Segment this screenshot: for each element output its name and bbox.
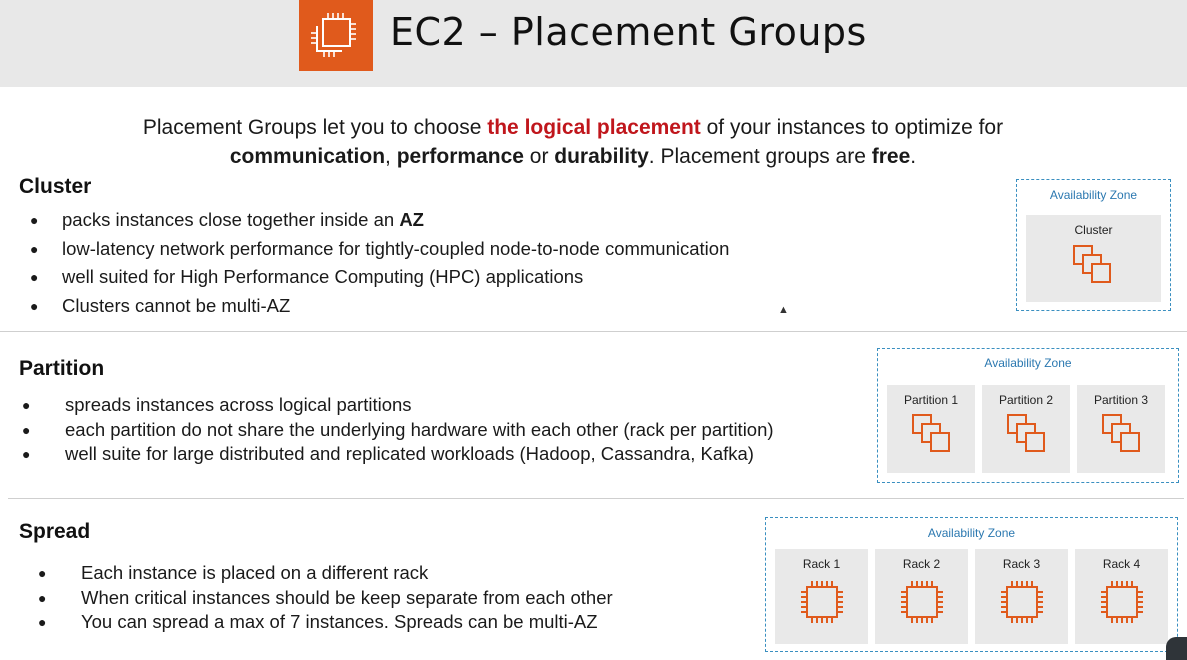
bullet-text: well suited for High Performance Computi… bbox=[62, 266, 584, 287]
bullet-icon: ● bbox=[22, 421, 31, 438]
bullet-text: spreads instances across logical partiti… bbox=[65, 394, 412, 415]
instances-icon bbox=[1073, 245, 1111, 283]
spread-availability-zone: Availability Zone Rack 1 Rack 2 Rack 3 R… bbox=[765, 517, 1178, 652]
partition-availability-zone: Availability Zone Partition 1 Partition … bbox=[877, 348, 1179, 483]
list-item: ● Clusters cannot be multi-AZ bbox=[30, 292, 729, 321]
partition-title: Partition bbox=[19, 357, 105, 380]
bullet-icon: ● bbox=[30, 212, 39, 228]
bullet-icon: ● bbox=[30, 269, 39, 285]
intro-highlight: the logical placement bbox=[487, 116, 701, 139]
chip-icon bbox=[1001, 581, 1043, 623]
bullet-icon: ● bbox=[30, 240, 39, 257]
list-item: ● well suite for large distributed and re… bbox=[22, 442, 774, 467]
rack-box-1: Rack 1 bbox=[775, 549, 868, 644]
list-item: ● When critical instances should be keep … bbox=[38, 586, 613, 611]
bullet-text: low-latency network performance for tigh… bbox=[62, 237, 730, 259]
partition-box-2: Partition 2 bbox=[982, 385, 1070, 473]
intro-bold-communication: communication bbox=[229, 145, 386, 168]
chip-icon bbox=[801, 581, 843, 623]
partition-box-3: Partition 3 bbox=[1077, 385, 1165, 473]
list-item: ● Each instance is placed on a different … bbox=[38, 561, 613, 586]
intro-text: , bbox=[385, 145, 397, 168]
section-divider bbox=[8, 498, 1184, 499]
list-item: ● spreads instances across logical partit… bbox=[22, 393, 774, 418]
chip-icon bbox=[901, 581, 943, 623]
list-item: ● well suited for High Performance Comput… bbox=[30, 263, 729, 292]
rack-box-4: Rack 4 bbox=[1075, 549, 1168, 644]
ec2-chip-icon bbox=[299, 0, 373, 71]
intro-line-1: Placement Groups let you to choose the l… bbox=[0, 116, 1146, 140]
bullet-icon: ● bbox=[38, 565, 47, 581]
list-item: ● packs instances close together inside a… bbox=[30, 206, 729, 235]
box-label: Partition 1 bbox=[903, 393, 959, 407]
bullet-text: well suite for large distributed and rep… bbox=[65, 443, 754, 464]
bullet-bold-text: AZ bbox=[399, 209, 424, 230]
intro-text: . bbox=[910, 145, 917, 168]
list-item: ● low-latency network performance for tig… bbox=[30, 235, 729, 264]
bullet-icon: ● bbox=[38, 589, 47, 606]
cluster-title: Cluster bbox=[19, 175, 92, 198]
instances-icon bbox=[912, 414, 950, 452]
bullet-icon: ● bbox=[38, 614, 47, 630]
corner-logo-icon bbox=[1166, 637, 1187, 660]
az-label: Availability Zone bbox=[984, 356, 1072, 370]
spread-bullet-list: ● Each instance is placed on a different … bbox=[38, 561, 613, 635]
cluster-box: Cluster bbox=[1026, 215, 1161, 302]
list-item: ● each partition do not share the underly… bbox=[22, 418, 774, 443]
intro-bold-free: free bbox=[871, 145, 911, 168]
bullet-text: Each instance is placed on a different r… bbox=[81, 562, 429, 583]
box-label: Rack 1 bbox=[802, 557, 841, 571]
bullet-icon: ● bbox=[30, 297, 39, 314]
header-bar: EC2 – Placement Groups bbox=[0, 0, 1187, 87]
box-label: Rack 4 bbox=[1102, 557, 1141, 571]
az-label: Availability Zone bbox=[927, 526, 1016, 540]
chip-icon bbox=[1101, 581, 1143, 623]
spread-title: Spread bbox=[19, 520, 91, 543]
bullet-text: each partition do not share the underlyi… bbox=[65, 418, 774, 440]
partition-box-1: Partition 1 bbox=[887, 385, 975, 473]
list-item: ● You can spread a max of 7 instances. Sp… bbox=[38, 610, 613, 635]
az-label: Availability Zone bbox=[1049, 188, 1138, 202]
bullet-text: You can spread a max of 7 instances. Spr… bbox=[81, 611, 598, 632]
box-label: Partition 2 bbox=[998, 393, 1054, 407]
box-label: Rack 3 bbox=[1002, 557, 1041, 571]
intro-text: of your instances to optimize for bbox=[700, 116, 1004, 139]
box-label: Rack 2 bbox=[902, 557, 941, 571]
section-divider bbox=[0, 331, 1187, 332]
box-label: Partition 3 bbox=[1093, 393, 1149, 407]
mouse-cursor-icon: ▲ bbox=[778, 304, 789, 316]
cluster-bullet-list: ● packs instances close together inside a… bbox=[30, 206, 729, 320]
intro-text: or bbox=[523, 145, 555, 168]
intro-bold-performance: performance bbox=[396, 145, 524, 168]
instances-icon bbox=[1102, 414, 1140, 452]
bullet-text: packs instances close together inside an bbox=[62, 209, 400, 230]
bullet-icon: ● bbox=[22, 446, 31, 462]
intro-line-2: communication, performance or durability… bbox=[0, 145, 1146, 169]
instances-icon bbox=[1007, 414, 1045, 452]
page-title: EC2 – Placement Groups bbox=[390, 10, 867, 54]
box-label: Cluster bbox=[1074, 223, 1113, 237]
intro-bold-durability: durability bbox=[554, 145, 649, 168]
intro-text: . Placement groups are bbox=[648, 145, 872, 168]
cluster-availability-zone: Availability Zone Cluster bbox=[1016, 179, 1171, 311]
bullet-text: Clusters cannot be multi-AZ bbox=[62, 294, 291, 316]
intro-text: Placement Groups let you to choose bbox=[142, 116, 488, 139]
bullet-text: When critical instances should be keep s… bbox=[81, 586, 613, 608]
rack-box-3: Rack 3 bbox=[975, 549, 1068, 644]
rack-box-2: Rack 2 bbox=[875, 549, 968, 644]
bullet-icon: ● bbox=[22, 397, 31, 413]
partition-bullet-list: ● spreads instances across logical partit… bbox=[22, 393, 774, 467]
